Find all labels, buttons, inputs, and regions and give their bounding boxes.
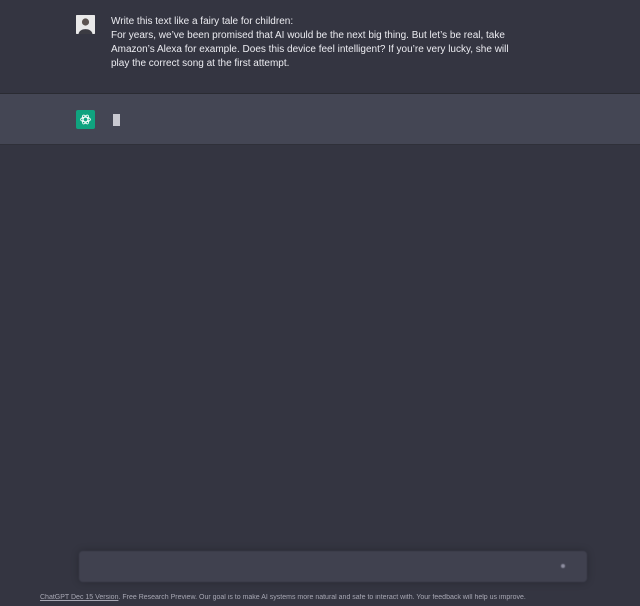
user-message-line: For years, we’ve been promised that AI w… bbox=[111, 30, 505, 41]
user-message-line: play the correct song at the first attem… bbox=[111, 58, 290, 69]
user-avatar-photo bbox=[76, 15, 95, 34]
user-message-row: Write this text like a fairy tale for ch… bbox=[0, 0, 640, 94]
message-input[interactable] bbox=[79, 551, 587, 582]
user-message-text: Write this text like a fairy tale for ch… bbox=[111, 15, 551, 71]
openai-logo-icon bbox=[80, 114, 91, 125]
footer-disclaimer: ChatGPT Dec 15 Version. Free Research Pr… bbox=[40, 593, 640, 602]
typing-cursor bbox=[113, 114, 120, 126]
chat-page: Write this text like a fairy tale for ch… bbox=[0, 0, 640, 606]
assistant-avatar bbox=[76, 110, 95, 129]
user-avatar bbox=[76, 15, 95, 34]
send-icon[interactable] bbox=[561, 564, 565, 568]
version-link[interactable]: ChatGPT Dec 15 Version bbox=[40, 594, 118, 601]
footer-text: . Free Research Preview. Our goal is to … bbox=[118, 594, 526, 601]
assistant-message-row bbox=[0, 94, 640, 145]
user-message-line: Amazon’s Alexa for example. Does this de… bbox=[111, 44, 509, 55]
user-message-line: Write this text like a fairy tale for ch… bbox=[111, 16, 294, 27]
